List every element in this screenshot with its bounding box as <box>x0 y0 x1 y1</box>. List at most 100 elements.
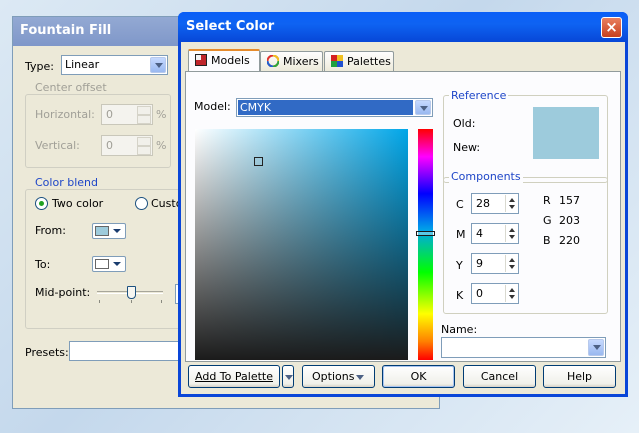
tab-mixers-label: Mixers <box>283 55 319 68</box>
models-icon <box>195 54 207 66</box>
vertical-spinner[interactable]: 0 <box>101 135 153 156</box>
to-color-swatch <box>95 259 109 269</box>
name-label: Name: <box>441 323 478 336</box>
yellow-label: Y <box>456 259 463 272</box>
help-button[interactable]: Help <box>543 365 616 388</box>
type-select[interactable]: Linear <box>61 55 168 75</box>
two-color-label: Two color <box>52 197 104 210</box>
mixers-icon <box>266 54 280 68</box>
to-color-picker[interactable] <box>92 256 126 272</box>
center-offset-legend: Center offset <box>33 81 109 94</box>
tab-mixers[interactable]: Mixers <box>260 51 323 72</box>
palettes-icon <box>331 55 343 67</box>
from-color-picker[interactable] <box>92 223 126 239</box>
select-color-title: Select Color <box>186 19 275 34</box>
midpoint-slider-thumb[interactable] <box>127 286 136 299</box>
chevron-down-icon <box>111 258 124 270</box>
hue-slider-handle[interactable] <box>416 231 435 236</box>
spin-icon[interactable] <box>505 225 517 242</box>
old-color-swatch <box>533 107 599 133</box>
spin-up-icon[interactable] <box>137 106 151 115</box>
select-color-client: Models Mixers Palettes Model: CMYK Refer… <box>181 42 625 394</box>
to-label: To: <box>35 258 51 271</box>
color-field-shade <box>195 129 408 360</box>
vertical-value: 0 <box>106 139 113 152</box>
spin-up-icon[interactable] <box>137 137 151 146</box>
select-color-title-bar[interactable]: Select Color × <box>178 12 628 42</box>
tab-models[interactable]: Models <box>188 49 260 72</box>
spin-icon[interactable] <box>505 255 517 272</box>
black-label: K <box>456 289 464 302</box>
name-select[interactable] <box>441 337 606 358</box>
add-to-palette-button[interactable]: Add To Palette <box>188 365 280 388</box>
black-value: 0 <box>476 287 483 300</box>
two-color-radio[interactable] <box>35 197 48 210</box>
chevron-down-icon[interactable] <box>415 100 431 115</box>
midpoint-label: Mid-point: <box>35 286 91 299</box>
reference-legend: Reference <box>449 89 509 102</box>
ok-button[interactable]: OK <box>382 365 455 388</box>
hue-slider[interactable] <box>418 129 433 360</box>
horizontal-spinner[interactable]: 0 <box>101 104 153 125</box>
chevron-down-icon <box>356 375 364 380</box>
old-label: Old: <box>453 117 476 130</box>
magenta-label: M <box>456 228 466 241</box>
spin-icon[interactable] <box>505 195 517 212</box>
red-label: R <box>543 194 551 207</box>
cyan-value: 28 <box>476 197 490 210</box>
presets-label: Presets: <box>25 346 69 359</box>
slider-tick <box>99 300 100 303</box>
chevron-down-icon[interactable] <box>150 57 166 73</box>
yellow-spinner[interactable]: 9 <box>471 253 519 274</box>
color-blend-legend: Color blend <box>33 176 100 189</box>
blue-value: 220 <box>559 234 580 247</box>
tab-palettes-label: Palettes <box>347 55 391 68</box>
model-select[interactable]: CMYK <box>236 98 433 117</box>
custom-radio[interactable] <box>135 197 148 210</box>
color-field-cursor[interactable] <box>254 157 263 166</box>
slider-tick <box>131 300 132 303</box>
close-icon[interactable]: × <box>601 17 622 38</box>
model-label: Model: <box>194 100 231 113</box>
chevron-down-icon <box>285 375 293 380</box>
tab-palettes[interactable]: Palettes <box>324 51 394 72</box>
color-field[interactable] <box>195 129 408 360</box>
yellow-value: 9 <box>476 257 483 270</box>
select-color-window: Select Color × Models Mixers Palettes Mo… <box>178 12 628 397</box>
new-color-swatch <box>533 133 599 159</box>
magenta-value: 4 <box>476 227 483 240</box>
magenta-spinner[interactable]: 4 <box>471 223 519 244</box>
horizontal-value: 0 <box>106 108 113 121</box>
cyan-label: C <box>456 198 464 211</box>
green-value: 203 <box>559 214 580 227</box>
from-color-swatch <box>95 226 109 236</box>
cancel-button[interactable]: Cancel <box>463 365 536 388</box>
components-group <box>443 177 608 314</box>
new-label: New: <box>453 141 481 154</box>
spin-icon[interactable] <box>505 285 517 302</box>
green-label: G <box>543 214 552 227</box>
from-label: From: <box>35 224 66 237</box>
add-to-palette-menu-button[interactable] <box>282 365 294 388</box>
chevron-down-icon[interactable] <box>588 339 604 356</box>
red-value: 157 <box>559 194 580 207</box>
spin-down-icon[interactable] <box>137 115 151 124</box>
tab-models-label: Models <box>211 54 250 67</box>
vertical-label: Vertical: <box>35 139 80 152</box>
vertical-unit: % <box>156 139 167 152</box>
slider-tick <box>161 300 162 303</box>
cyan-spinner[interactable]: 28 <box>471 193 519 214</box>
options-button[interactable]: Options <box>302 365 375 388</box>
components-legend: Components <box>449 170 523 183</box>
type-select-value: Linear <box>65 58 100 71</box>
model-select-value: CMYK <box>238 100 413 115</box>
presets-select[interactable] <box>69 341 181 361</box>
horizontal-unit: % <box>156 108 167 121</box>
horizontal-label: Horizontal: <box>35 108 95 121</box>
type-label: Type: <box>25 60 54 73</box>
chevron-down-icon <box>111 225 124 237</box>
spin-down-icon[interactable] <box>137 146 151 155</box>
black-spinner[interactable]: 0 <box>471 283 519 304</box>
blue-label: B <box>543 234 551 247</box>
options-label: Options <box>312 370 355 383</box>
